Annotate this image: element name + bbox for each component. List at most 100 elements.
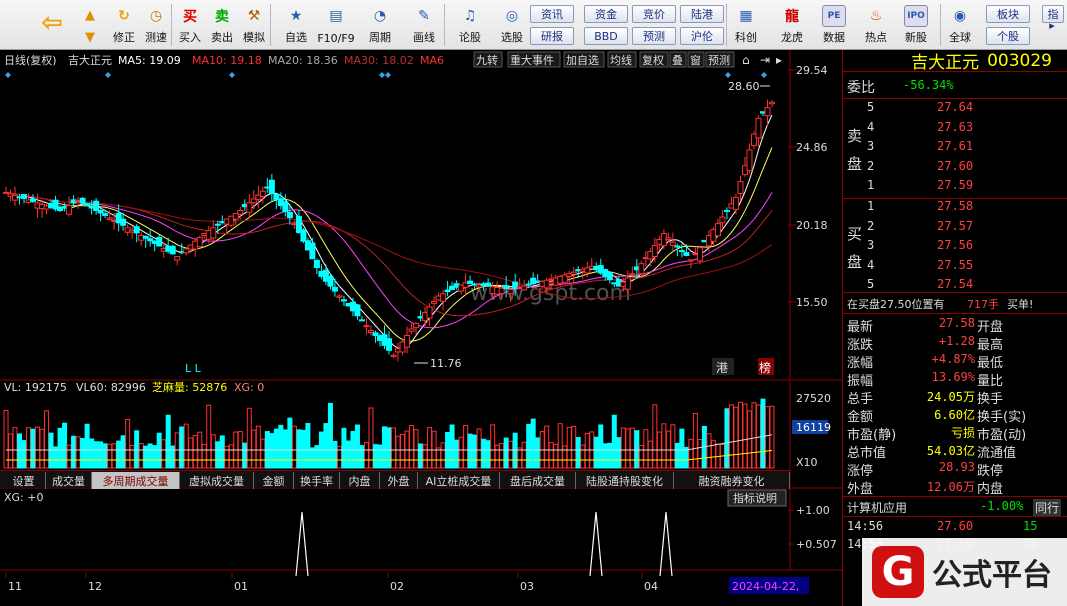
toolbar-pencil-button[interactable]: ✎ 画线 — [404, 2, 444, 48]
quick-button-9[interactable]: 个股 — [986, 27, 1030, 45]
bid-price[interactable]: 27.57 — [937, 219, 973, 233]
ask-price[interactable]: 27.64 — [937, 100, 973, 114]
chart-tool-4[interactable]: 复权 — [642, 53, 664, 67]
volume-bar — [737, 401, 743, 469]
bid-price[interactable]: 27.58 — [937, 199, 973, 213]
more-icon[interactable]: ▸ — [776, 53, 782, 67]
toolbar-sell-button[interactable]: 卖卖出 — [206, 2, 238, 48]
stat-label-right: 开盘 — [977, 320, 1004, 335]
chart-tool-7[interactable]: 预测 — [708, 54, 730, 67]
lock-icon[interactable]: ⌂ — [742, 53, 750, 67]
quick-button-3[interactable]: 陆港 — [680, 5, 724, 23]
ask-price[interactable]: 27.63 — [937, 120, 973, 134]
candle — [336, 295, 343, 298]
tab-4[interactable]: 金额 — [254, 472, 294, 489]
candle — [268, 179, 275, 194]
buy-icon: 买 — [183, 9, 197, 25]
volume-bar — [332, 440, 338, 469]
volume-bar — [535, 437, 541, 469]
toolbar-refresh-button[interactable]: ↻ 修正 — [108, 2, 140, 48]
toolbar-globe-button[interactable]: ◉ 全球 — [944, 2, 976, 48]
bid-price[interactable]: 27.54 — [937, 277, 973, 291]
volume-bar — [692, 413, 698, 469]
volume-bar — [607, 442, 613, 469]
toolbar-new-ipo-button[interactable]: IPO 新股 — [900, 2, 932, 48]
candle — [638, 263, 645, 275]
toolbar-buy-button[interactable]: 买买入 — [174, 2, 206, 48]
indicator-help-button[interactable]: 指标说明 — [733, 491, 777, 505]
quick-button-0[interactable]: 资讯 — [530, 5, 574, 23]
volume-bar — [89, 438, 95, 469]
tab-3[interactable]: 虚拟成交量 — [180, 472, 254, 489]
stat-value: 28.93 — [938, 460, 975, 474]
tab-10[interactable]: 陆股通持股变化 — [576, 472, 674, 489]
toolbar-kechuang-button[interactable]: ▦ 科创 — [730, 2, 762, 48]
gang-marker[interactable]: 港 — [716, 361, 728, 375]
discuss-icon: ♫ — [463, 8, 477, 24]
tab-8[interactable]: AI立桩成交量 — [418, 472, 500, 489]
price-tick: 29.54 — [796, 64, 828, 77]
toolbar-select-stock-button[interactable]: ◎ 选股 — [492, 2, 532, 48]
candle — [300, 229, 307, 242]
quick-button-7[interactable]: 沪伦 — [680, 27, 724, 45]
volume-bar — [8, 433, 14, 469]
bang-marker[interactable]: 榜 — [759, 360, 771, 375]
volume-bar — [305, 423, 311, 469]
tab-9[interactable]: 盘后成交量 — [500, 472, 576, 489]
candle — [390, 354, 397, 357]
tab-2[interactable]: 多周期成交量 — [92, 472, 180, 489]
ask-price[interactable]: 27.60 — [937, 159, 973, 173]
volume-bar — [260, 438, 266, 469]
volume-bar — [170, 445, 176, 469]
toolbar-hotspot-fire-button[interactable]: ♨ 热点 — [860, 2, 892, 48]
ask-price[interactable]: 27.59 — [937, 178, 973, 192]
toolbar-data-pe-button[interactable]: PE 数据 — [818, 2, 850, 48]
tab-1[interactable]: 成交量 — [46, 472, 92, 489]
quick-button-1[interactable]: 资金 — [584, 5, 628, 23]
site-logo-icon: G — [872, 546, 924, 598]
volume-bar — [476, 428, 482, 469]
toolbar-hammer-button[interactable]: ⚒ 模拟 — [238, 2, 270, 48]
chart-area[interactable]: 日线(复权) 吉大正元 MA5: 19.09 MA10: 19.18 MA20:… — [0, 50, 842, 606]
bid-price[interactable]: 27.56 — [937, 238, 973, 252]
tab-7[interactable]: 外盘 — [380, 472, 418, 489]
toolbar-more[interactable]: ▸ — [1040, 2, 1064, 48]
bid-level: 4 — [867, 257, 875, 272]
toolbar-discuss-button[interactable]: ♫ 论股 — [450, 2, 490, 48]
volume-bar — [26, 427, 32, 469]
quick-button-4[interactable]: 研报 — [530, 27, 574, 45]
candle — [769, 101, 775, 105]
tab-5[interactable]: 换手率 — [294, 472, 340, 489]
bid-price[interactable]: 27.55 — [937, 258, 973, 272]
quick-button-5[interactable]: BBD — [584, 27, 628, 45]
tab-0[interactable]: 设置 — [2, 472, 46, 489]
quick-button-8[interactable]: 板块 — [986, 5, 1030, 23]
toolbar-dragon-tiger-button[interactable]: 龍龙虎 — [776, 2, 808, 48]
toolbar-clock-button[interactable]: ◷ 测速 — [140, 2, 172, 48]
quick-button-2[interactable]: 竞价 — [632, 5, 676, 23]
ask-price[interactable]: 27.61 — [937, 139, 973, 153]
sector-label[interactable]: 计算机应用 — [847, 499, 907, 516]
quick-button-6[interactable]: 预测 — [632, 27, 676, 45]
jump-end-icon[interactable]: ⇥ — [760, 53, 770, 67]
chart-tool-5[interactable]: 叠 — [672, 54, 683, 67]
toolbar-f10-button[interactable]: ▤ F10/F9 — [316, 2, 356, 48]
bid-level: 3 — [867, 238, 875, 252]
toolbar-star-button[interactable]: ★ 自选 — [276, 2, 316, 48]
up-down-button[interactable]: ▲ ▼ — [78, 2, 102, 48]
chart-tool-6[interactable]: 窗 — [690, 53, 701, 67]
volume-bar — [760, 398, 766, 469]
volume-bar — [71, 435, 77, 469]
chart-tool-3[interactable]: 均线 — [610, 53, 632, 67]
candle — [678, 250, 685, 253]
tab-11[interactable]: 融资融券变化 — [674, 472, 790, 489]
stock-terminal: ⇦ ▲ ▼ ↻ 修正 ◷ 测速买买入卖卖出 ⚒ 模拟 ★ 自选 ▤ F10/F9 ◔ 周期 ✎ 画线 ♫ 论股… — [0, 0, 1067, 606]
chart-tool-2[interactable]: 加自选 — [566, 54, 599, 67]
volume-bar — [728, 404, 734, 469]
chart-tool-1[interactable]: 重大事件 — [510, 53, 554, 67]
chart-tool-0[interactable]: 九转 — [476, 53, 498, 67]
peer-button[interactable]: 同行 — [1033, 499, 1062, 516]
tab-6[interactable]: 内盘 — [340, 472, 380, 489]
back-button[interactable]: ⇦ — [34, 2, 70, 48]
toolbar-period-button[interactable]: ◔ 周期 — [360, 2, 400, 48]
